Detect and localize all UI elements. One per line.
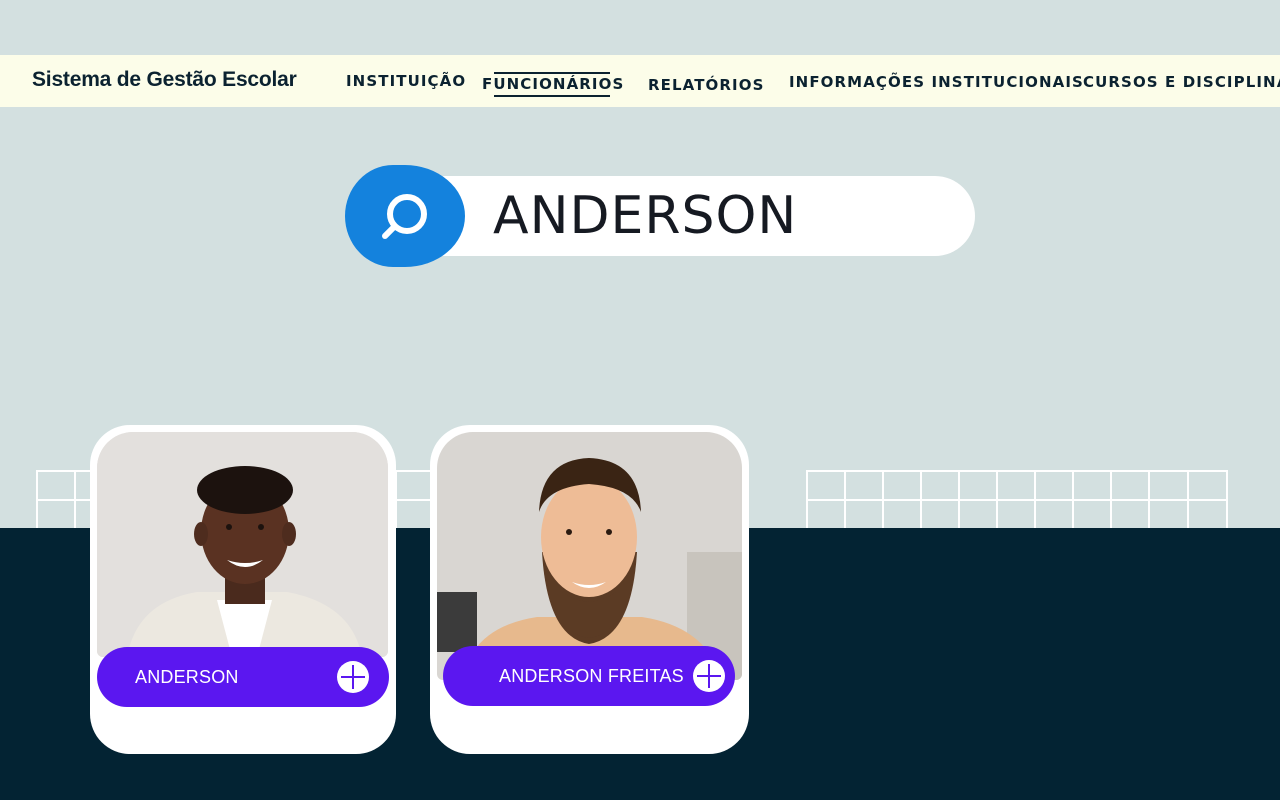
search-field <box>405 176 975 256</box>
add-employee-plus-icon[interactable] <box>693 660 725 692</box>
employee-name-pill[interactable]: ANDERSON <box>97 647 389 707</box>
employee-name-pill[interactable]: ANDERSON FREITAS <box>443 646 735 706</box>
nav-item-instituicao[interactable]: INSTITUIÇÃO <box>346 72 466 90</box>
employee-card[interactable]: ANDERSON FREITAS <box>430 425 749 754</box>
grid-decoration-right <box>806 470 1228 530</box>
employee-photo <box>97 432 388 657</box>
search-button[interactable] <box>345 165 465 267</box>
app-title: Sistema de Gestão Escolar <box>32 68 297 91</box>
top-navbar: Sistema de Gestão Escolar INSTITUIÇÃO FU… <box>0 55 1280 107</box>
employee-name: ANDERSON <box>135 667 239 687</box>
employee-photo <box>437 432 742 680</box>
search-input[interactable] <box>493 176 953 256</box>
nav-item-funcionarios[interactable]: FUNCIONÁRIOS <box>482 72 624 97</box>
nav-item-informacoes-institucionais[interactable]: INFORMAÇÕES INSTITUCIONAIS <box>789 73 1084 91</box>
search-bar <box>345 165 975 267</box>
employee-card[interactable]: ANDERSON <box>90 425 396 754</box>
add-employee-plus-icon[interactable] <box>337 661 369 693</box>
nav-item-cursos-e-disciplinas[interactable]: CURSOS E DISCIPLINAS <box>1083 73 1280 91</box>
nav-item-relatorios[interactable]: RELATÓRIOS <box>648 76 764 94</box>
employee-name: ANDERSON FREITAS <box>499 666 684 686</box>
search-icon <box>382 194 427 239</box>
